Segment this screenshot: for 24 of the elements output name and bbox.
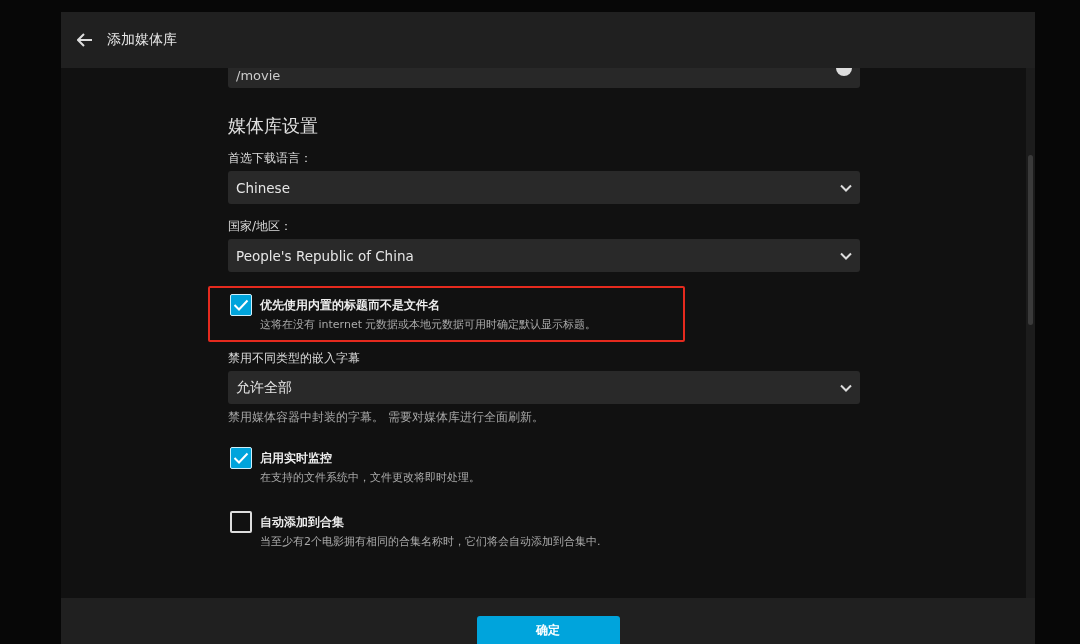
field-label: 禁用不同类型的嵌入字幕 bbox=[228, 350, 361, 367]
checkbox[interactable] bbox=[230, 511, 252, 533]
checkbox-label: 启用实时监控 bbox=[260, 451, 333, 466]
chevron-down-icon bbox=[840, 251, 852, 260]
chevron-down-icon bbox=[840, 183, 852, 192]
scrollbar[interactable] bbox=[1026, 68, 1035, 598]
field-label: 国家/地区： bbox=[228, 218, 294, 235]
dropdown-select[interactable]: 允许全部 bbox=[228, 371, 860, 404]
dialog-title: 添加媒体库 bbox=[107, 31, 177, 49]
field-label: 首选下载语言： bbox=[228, 150, 313, 167]
dropdown-select[interactable]: Chinese bbox=[228, 171, 860, 204]
checkbox[interactable] bbox=[230, 447, 252, 469]
checkbox-description: 这将在没有 internet 元数据或本地元数据可用时确定默认显示标题。 bbox=[260, 317, 597, 332]
checkbox-label: 优先使用内置的标题而不是文件名 bbox=[260, 298, 441, 313]
checkbox-description: 当至少有2个电影拥有相同的合集名称时，它们将会自动添加到合集中. bbox=[260, 534, 601, 549]
checkbox[interactable] bbox=[230, 294, 252, 316]
chevron-down-icon bbox=[840, 383, 852, 392]
dropdown-select[interactable]: People's Republic of China bbox=[228, 239, 860, 272]
help-text: 禁用媒体容器中封装的字幕。 需要对媒体库进行全面刷新。 bbox=[228, 410, 545, 425]
back-button[interactable] bbox=[77, 33, 93, 47]
section-title: 媒体库设置 bbox=[228, 114, 319, 138]
checkbox-description: 在支持的文件系统中，文件更改将即时处理。 bbox=[260, 470, 480, 485]
folder-path-field[interactable]: /movie bbox=[228, 68, 860, 88]
checkbox-label: 自动添加到合集 bbox=[260, 515, 345, 530]
